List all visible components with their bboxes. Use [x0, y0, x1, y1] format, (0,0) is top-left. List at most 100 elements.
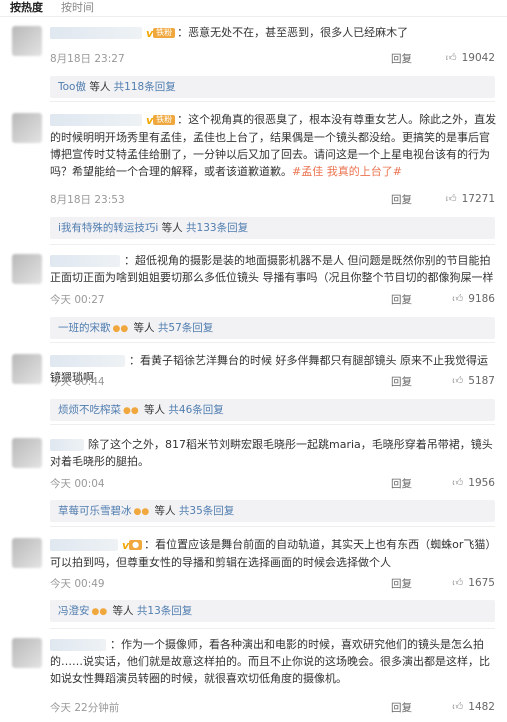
- avatar[interactable]: [12, 26, 42, 56]
- reply-button[interactable]: 回复: [391, 192, 412, 207]
- sort-bar: 按热度 按时间: [0, 0, 507, 17]
- sort-by-time-tab[interactable]: 按时间: [61, 0, 94, 16]
- reply-count-link[interactable]: 共13条回复: [137, 605, 192, 617]
- reply-user[interactable]: i我有特殊的转运技巧i: [58, 222, 158, 234]
- reply-button[interactable]: 回复: [391, 576, 412, 591]
- vip-badge: ●●: [133, 507, 150, 517]
- avatar[interactable]: [12, 354, 42, 384]
- reply-count-link[interactable]: 共133条回复: [186, 222, 248, 234]
- username[interactable]: [50, 639, 106, 651]
- sort-by-hot-tab[interactable]: 按热度: [10, 0, 43, 16]
- like-count: 9186: [468, 293, 495, 305]
- reply-button[interactable]: 回复: [391, 374, 412, 389]
- vip-badge: ●●: [123, 406, 139, 416]
- username[interactable]: [50, 439, 84, 451]
- timestamp: 今天 22分钟前: [50, 702, 120, 714]
- comment-meta: 8月18日 23:27 回复 👍︎ 19042: [50, 51, 497, 67]
- reply-count-link[interactable]: 共57条回复: [158, 322, 213, 334]
- reply-button[interactable]: 回复: [391, 700, 412, 715]
- avatar[interactable]: [12, 638, 42, 668]
- timestamp: 今天 00:44: [50, 376, 105, 388]
- timestamp: 8月18日 23:27: [50, 53, 125, 65]
- sub-replies[interactable]: 烦烦不吃榨菜 ●● 等人 共46条回复: [50, 399, 495, 421]
- sub-replies[interactable]: 一班的宋歌 ●● 等人 共57条回复: [50, 317, 495, 339]
- thumbs-up-icon: 👍︎: [452, 477, 464, 489]
- comment-item: ：作为一个摄像师，看各种演出和电影的时候，喜欢研究他们的镜头是怎么拍的……说实话…: [0, 636, 507, 722]
- comment-item: ：看黄子韬徐艺洋舞台的时候 好多伴舞都只有腿部镜头 原来不止我觉得运镜猥琐啊 今…: [0, 352, 507, 422]
- timestamp: 8月18日 23:53: [50, 194, 125, 206]
- like-button[interactable]: 👍︎ 1956: [452, 476, 495, 489]
- sub-replies[interactable]: 草莓可乐雪碧冰 ●● 等人 共35条回复: [50, 500, 495, 522]
- username[interactable]: [50, 27, 142, 39]
- reply-button[interactable]: 回复: [391, 292, 412, 307]
- thumbs-up-icon: 👍︎: [452, 577, 464, 589]
- sub-replies[interactable]: Too傲 等人 共118条回复: [50, 76, 495, 98]
- thumbs-up-icon: 👍︎: [445, 52, 457, 64]
- avatar[interactable]: [12, 538, 42, 568]
- like-button[interactable]: 👍︎ 19042: [446, 51, 495, 64]
- comment-meta: 今天 00:04 回复 👍︎ 1956: [50, 476, 497, 492]
- vip-badge: ●●: [91, 607, 108, 617]
- reply-user[interactable]: 冯澄安: [58, 605, 90, 617]
- like-count: 17271: [461, 193, 495, 205]
- like-count: 1956: [468, 477, 495, 489]
- verified-v-icon: v: [146, 26, 154, 40]
- reply-button[interactable]: 回复: [391, 476, 412, 491]
- like-button[interactable]: 👍︎ 9186: [452, 292, 495, 305]
- comment-item: 除了这个之外，817稻米节刘畊宏跟毛晓彤一起跳maria，毛晓彤穿着吊带裙，镜头…: [0, 436, 507, 524]
- comment-item: v 铁粉 ：恶意无处不在，甚至恶到，很多人已经麻木了 8月18日 23:27 回复 …: [0, 24, 507, 98]
- reply-user[interactable]: Too傲: [58, 81, 86, 93]
- like-button[interactable]: 👍︎ 5187: [452, 374, 495, 387]
- username[interactable]: [50, 114, 142, 126]
- reply-button[interactable]: 回复: [391, 51, 412, 66]
- vip-badge: 铁粉: [153, 28, 176, 38]
- divider: [50, 244, 495, 245]
- comment-item: v ● ：看位置应该是舞台前面的自动轨道，其实天上也有东西（蜘蛛or飞猫）可以拍到吗…: [0, 536, 507, 626]
- avatar[interactable]: [12, 113, 42, 143]
- username[interactable]: [50, 355, 125, 367]
- reply-user[interactable]: 烦烦不吃榨菜: [58, 404, 121, 416]
- timestamp: 今天 00:27: [50, 294, 105, 306]
- reply-count-link[interactable]: 共118条回复: [114, 81, 176, 93]
- sub-replies[interactable]: 冯澄安 ●● 等人 共13条回复: [50, 600, 495, 622]
- username[interactable]: [50, 539, 118, 551]
- reply-count-link[interactable]: 共46条回复: [168, 404, 223, 416]
- comment-text: 除了这个之外，817稻米节刘畊宏跟毛晓彤一起跳maria，毛晓彤穿着吊带裙，镜头…: [50, 438, 493, 468]
- like-button[interactable]: 👍︎ 1675: [452, 576, 495, 589]
- like-button[interactable]: 👍︎ 17271: [446, 192, 495, 205]
- comment-text: v 铁粉 ：这个视角真的很恶臭了，根本没有尊重女艺人。除此之外，直发的时候明明开场秀…: [50, 113, 497, 178]
- comment-meta: 今天 00:44 回复 👍︎ 5187: [50, 374, 497, 390]
- avatar[interactable]: [12, 438, 42, 468]
- reply-user[interactable]: 一班的宋歌: [58, 322, 111, 334]
- comment-text: ：超低视角的摄影是装的地面摄影机器不是人 但问题是既然你别的节目能拍正面切正面为…: [50, 254, 494, 284]
- username[interactable]: [50, 255, 120, 267]
- comment-text: v ● ：看位置应该是舞台前面的自动轨道，其实天上也有东西（蜘蛛or飞猫）可以拍到吗…: [50, 538, 497, 569]
- avatar[interactable]: [12, 254, 42, 284]
- like-count: 5187: [468, 375, 495, 387]
- verified-v-icon: v: [146, 113, 154, 127]
- comment-meta: 今天 22分钟前 回复 👍︎ 1482: [50, 700, 497, 716]
- thumbs-up-icon: 👍︎: [452, 701, 464, 713]
- reply-user[interactable]: 草莓可乐雪碧冰: [58, 505, 132, 517]
- divider: [50, 628, 495, 629]
- sub-replies[interactable]: i我有特殊的转运技巧i 等人 共133条回复: [50, 217, 495, 239]
- thumbs-up-icon: 👍︎: [452, 375, 464, 387]
- vip-badge: ●●: [112, 324, 129, 334]
- timestamp: 今天 00:49: [50, 578, 105, 590]
- divider: [50, 526, 495, 527]
- comment-meta: 今天 00:27 回复 👍︎ 9186: [50, 292, 497, 308]
- verified-v-icon: v: [122, 538, 130, 552]
- comment-item: ：超低视角的摄影是装的地面摄影机器不是人 但问题是既然你别的节目能拍正面切正面为…: [0, 252, 507, 339]
- thumbs-up-icon: 👍︎: [445, 193, 457, 205]
- like-button[interactable]: 👍︎ 1482: [452, 700, 495, 713]
- divider: [50, 342, 495, 343]
- comment-meta: 今天 00:49 回复 👍︎ 1675: [50, 576, 497, 592]
- comment-item: v 铁粉 ：这个视角真的很恶臭了，根本没有尊重女艺人。除此之外，直发的时候明明开场秀…: [0, 111, 507, 239]
- comment-meta: 8月18日 23:53 回复 👍︎ 17271: [50, 192, 497, 208]
- topic-link[interactable]: #孟佳 我真的上台了#: [292, 165, 402, 178]
- comment-text: v 铁粉 ：恶意无处不在，甚至恶到，很多人已经麻木了: [50, 24, 497, 42]
- reply-count-link[interactable]: 共35条回复: [179, 505, 234, 517]
- vip-badge: 铁粉: [153, 115, 176, 125]
- like-count: 19042: [461, 52, 495, 64]
- timestamp: 今天 00:04: [50, 478, 105, 490]
